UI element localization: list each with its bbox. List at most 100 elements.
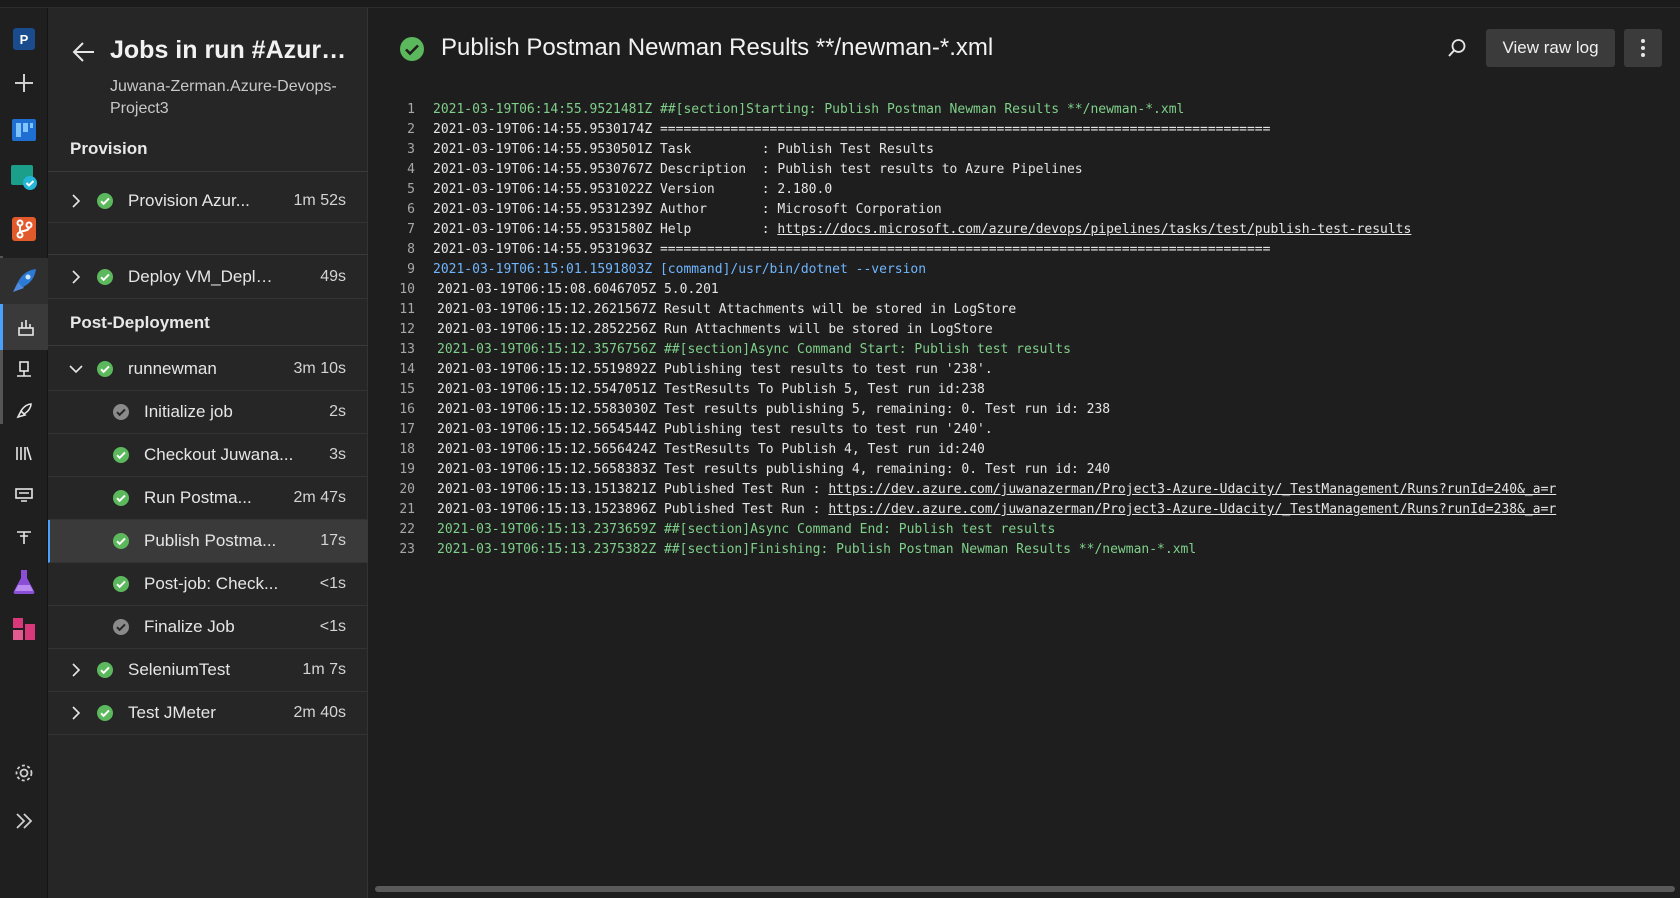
new-icon[interactable] (0, 60, 48, 106)
settings-gear-icon[interactable] (0, 750, 48, 796)
expand-double-chevron-icon[interactable] (0, 798, 48, 844)
log-line-text: 2021-03-19T06:14:55.9531580Z Help : http… (433, 220, 1411, 240)
log-line-number: 17 (399, 422, 415, 437)
log-line-text: 2021-03-19T06:15:13.1513821Z Published T… (437, 480, 1556, 500)
org-avatar[interactable]: P (0, 16, 48, 62)
job-duration: 1m 7s (302, 661, 346, 678)
boards-icon[interactable] (0, 106, 48, 152)
log-line-text: 2021-03-19T06:15:08.6046705Z 5.0.201 (437, 280, 719, 300)
log-line: 22 2021-03-19T06:15:13.2373659Z ##[sectio… (369, 520, 1680, 540)
log-line-text: 2021-03-19T06:14:55.9530174Z ===========… (433, 120, 1270, 140)
test-plans-icon[interactable] (0, 558, 48, 604)
log-text: 2021-03-19T06:14:55.9530174Z ===========… (433, 122, 1271, 137)
log-text: 2021-03-19T06:15:13.1523896Z Published T… (437, 502, 829, 517)
environments-icon[interactable] (0, 346, 48, 392)
chevron-right-icon[interactable] (68, 705, 84, 721)
back-arrow-icon[interactable] (70, 38, 98, 66)
log-line-text: 2021-03-19T06:14:55.9521481Z ##[section]… (433, 100, 1184, 120)
log-line-text: 2021-03-19T06:15:12.3576756Z ##[section]… (437, 340, 1071, 360)
job-row[interactable]: Provision Azur... 1m 52s (48, 180, 368, 223)
stage-provision: Provision (48, 126, 368, 172)
log-line-number: 15 (399, 382, 415, 397)
log-line-text: 2021-03-19T06:15:12.5583030Z Test result… (437, 400, 1110, 420)
log-line: 2 2021-03-19T06:14:55.9530174Z ==========… (369, 120, 1680, 140)
log-line-number: 8 (407, 242, 415, 257)
success-check-icon (96, 661, 114, 679)
pipelines-runs-icon[interactable] (0, 304, 48, 350)
view-raw-log-button[interactable]: View raw log (1486, 29, 1615, 67)
chevron-down-icon[interactable] (68, 361, 84, 377)
job-duration: 49s (320, 268, 346, 285)
more-vertical-icon[interactable] (1624, 29, 1662, 67)
deployment-groups-icon[interactable] (0, 514, 48, 560)
step-duration: <1s (319, 575, 346, 592)
org-avatar-letter: P (13, 28, 35, 50)
job-row[interactable]: Deploy VM_Deplo... 49s (48, 256, 368, 299)
log-line: 15 2021-03-19T06:15:12.5547051Z TestResul… (369, 380, 1680, 400)
log-line: 8 2021-03-19T06:14:55.9531963Z ==========… (369, 240, 1680, 260)
step-name: Publish Postma... (144, 531, 277, 550)
horizontal-scrollbar[interactable] (375, 886, 1675, 892)
step-row[interactable]: Initialize job 2s (48, 391, 368, 434)
chevron-right-icon[interactable] (68, 269, 84, 285)
log-text: 2021-03-19T06:15:12.5656424Z TestResults… (437, 442, 985, 457)
search-icon[interactable] (1439, 30, 1475, 66)
log-line: 16 2021-03-19T06:15:12.5583030Z Test resu… (369, 400, 1680, 420)
job-name: Deploy VM_Deplo... (128, 267, 278, 286)
jobs-title: Jobs in run #Azure ... (110, 36, 360, 64)
artifacts-icon[interactable] (0, 606, 48, 652)
stage-post-deployment: Post-Deployment (48, 300, 368, 346)
releases-icon[interactable] (0, 388, 48, 434)
chevron-right-icon[interactable] (68, 662, 84, 678)
log-line-text: 2021-03-19T06:15:13.2375382Z ##[section]… (437, 540, 1196, 560)
log-line: 20 2021-03-19T06:15:13.1513821Z Published… (369, 480, 1680, 500)
repos-icon[interactable] (0, 206, 48, 252)
job-row[interactable]: runnewman 3m 10s (48, 348, 368, 391)
library-icon[interactable] (0, 430, 48, 476)
log-line-text: 2021-03-19T06:14:55.9530767Z Description… (433, 160, 1083, 180)
log-text: 2021-03-19T06:15:08.6046705Z 5.0.201 (437, 282, 719, 297)
log-line: 11 2021-03-19T06:15:12.2621567Z Result At… (369, 300, 1680, 320)
log-line-text: 2021-03-19T06:14:55.9531239Z Author : Mi… (433, 200, 942, 220)
log-text: 2021-03-19T06:15:13.2373659Z ##[section]… (437, 522, 1056, 537)
log-line-number: 19 (399, 462, 415, 477)
step-name: Finalize Job (144, 617, 235, 636)
log-line-number: 10 (399, 282, 415, 297)
task-groups-icon[interactable] (0, 472, 48, 518)
log-line-number: 20 (399, 482, 415, 497)
step-row[interactable]: Finalize Job <1s (48, 606, 368, 649)
step-name: Run Postma... (144, 488, 252, 507)
log-line-number: 3 (407, 142, 415, 157)
success-check-icon (399, 36, 425, 62)
log-link[interactable]: https://dev.azure.com/juwanazerman/Proje… (828, 502, 1556, 517)
step-row-selected[interactable]: Publish Postma... 17s (48, 520, 368, 563)
job-row[interactable]: Test JMeter 2m 40s (48, 692, 368, 735)
log-line-number: 2 (407, 122, 415, 137)
step-row[interactable]: Run Postma... 2m 47s (48, 477, 368, 520)
success-check-icon (112, 446, 130, 464)
log-link[interactable]: https://docs.microsoft.com/azure/devops/… (777, 222, 1411, 237)
log-line-text: 2021-03-19T06:15:12.5658383Z Test result… (437, 460, 1110, 480)
chevron-right-icon[interactable] (68, 193, 84, 209)
log-line: 12 2021-03-19T06:15:12.2852256Z Run Attac… (369, 320, 1680, 340)
log-text: 2021-03-19T06:15:01.1591803Z [command]/u… (433, 262, 927, 277)
log-link[interactable]: https://dev.azure.com/juwanazerman/Proje… (828, 482, 1556, 497)
step-row[interactable]: Checkout Juwana... 3s (48, 434, 368, 477)
step-duration: 2s (329, 403, 346, 420)
log-line-number: 7 (407, 222, 415, 237)
jobs-subtitle: Juwana-Zerman.Azure-Devops-Project3 (110, 78, 337, 117)
log-text: 2021-03-19T06:15:12.5583030Z Test result… (437, 402, 1111, 417)
job-row[interactable]: SeleniumTest 1m 7s (48, 649, 368, 692)
log-line-number: 16 (399, 402, 415, 417)
success-check-icon (96, 268, 114, 286)
boards-check-icon[interactable] (0, 154, 48, 200)
step-duration: <1s (319, 618, 346, 635)
success-check-icon (96, 704, 114, 722)
log-line: 6 2021-03-19T06:14:55.9531239Z Author : M… (369, 200, 1680, 220)
pipelines-icon[interactable] (0, 258, 48, 304)
log-line: 21 2021-03-19T06:15:13.1523896Z Published… (369, 500, 1680, 520)
log-text: 2021-03-19T06:15:13.1513821Z Published T… (437, 482, 829, 497)
step-row[interactable]: Post-job: Check... <1s (48, 563, 368, 606)
job-name: Test JMeter (128, 703, 216, 722)
completed-gray-check-icon (112, 403, 130, 421)
